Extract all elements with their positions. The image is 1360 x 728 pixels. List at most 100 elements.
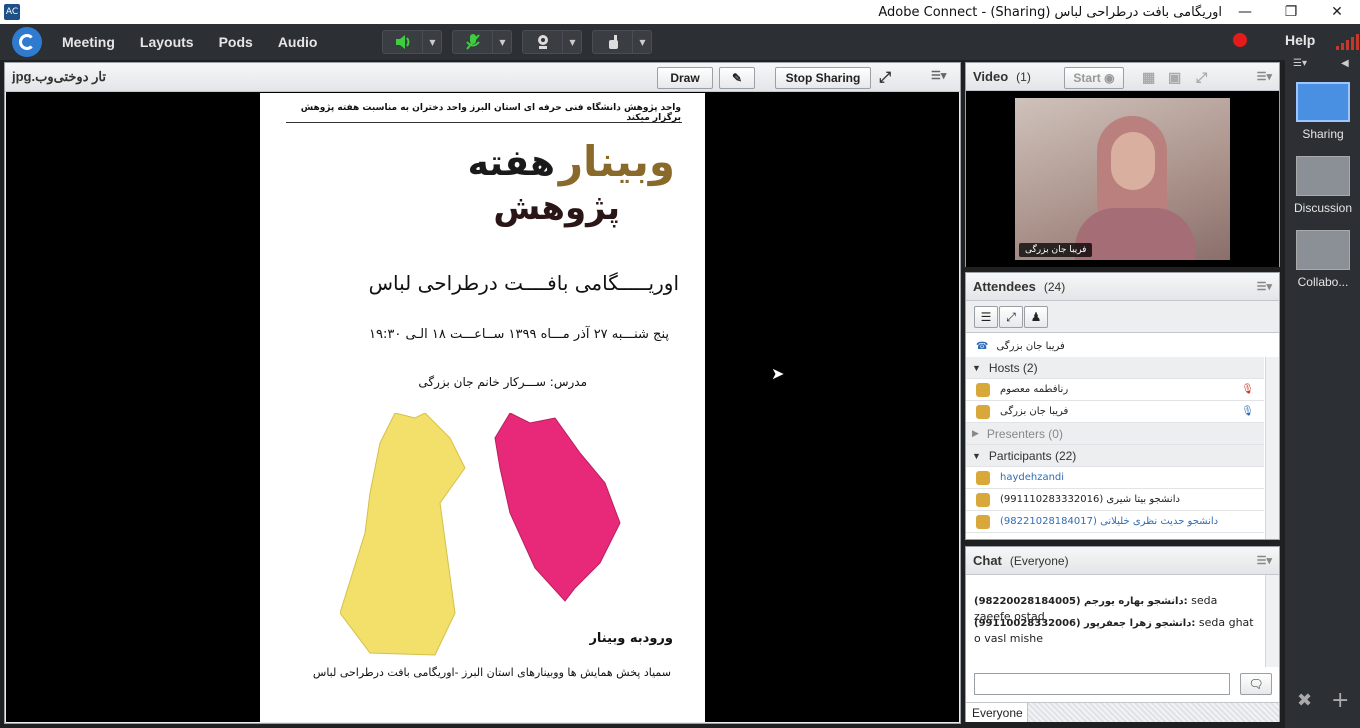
- layout-sharing[interactable]: Sharing: [1293, 82, 1353, 141]
- chat-input[interactable]: [974, 673, 1230, 695]
- chevron-down-icon[interactable]: ▼: [972, 451, 981, 461]
- layout-label: Discussion: [1293, 201, 1353, 215]
- presenter-name: فریبا جان بزرگی: [996, 340, 1065, 352]
- shared-file-name: تار دوختی‌وب.jpg: [12, 69, 106, 84]
- poster-header: واحد پژوهش دانشگاه فنی حرفه ای استان الب…: [300, 103, 681, 123]
- minimize-icon[interactable]: —: [1222, 0, 1268, 24]
- list-item[interactable]: فریبا جان بزرگی 🎙: [966, 401, 1264, 423]
- list-item[interactable]: دانشجو حدیث نظری خلیلانی (98221028184017…: [966, 511, 1264, 533]
- chat-sender: دانشجو زهرا جعفرپور (99110028332006):: [974, 618, 1196, 629]
- attendees-count: (24): [1043, 279, 1066, 294]
- start-webcam-label: Start: [1073, 71, 1101, 85]
- delete-layout-icon[interactable]: ✖: [1297, 690, 1312, 711]
- main-menubar: Meeting Layouts Pods Audio ▼ ▼ ▼ ▼: [0, 24, 1360, 60]
- video-count: (1): [1016, 69, 1031, 84]
- poster-banner-word-2: هفته: [467, 143, 555, 184]
- poster-enter-webinar: ورودبه وبینار: [589, 631, 673, 646]
- participant-user-icon: [976, 492, 990, 507]
- origami-dresses-image: [340, 413, 621, 656]
- recording-indicator-icon[interactable]: [1233, 33, 1247, 47]
- chevron-down-icon[interactable]: ▼: [972, 363, 981, 373]
- stop-sharing-button[interactable]: Stop Sharing: [775, 67, 871, 89]
- breakout-view-icon[interactable]: ⤢: [999, 306, 1023, 328]
- list-view-icon[interactable]: ☰: [974, 306, 998, 328]
- annotation-tool-icon[interactable]: ✎: [719, 67, 755, 89]
- pod-menu-icon[interactable]: ☰▾: [931, 69, 946, 82]
- close-icon[interactable]: ✕: [1314, 0, 1360, 24]
- host-user-icon: [976, 382, 990, 397]
- webcam-control[interactable]: ▼: [522, 30, 583, 54]
- chat-message: دانشجو زهرا جعفرپور (99110028332006): se…: [974, 615, 1254, 646]
- chevron-down-icon[interactable]: ▼: [423, 31, 441, 53]
- layout-thumbnail: [1296, 156, 1350, 196]
- webcam-icon[interactable]: [523, 31, 564, 53]
- speaker-control[interactable]: ▼: [382, 30, 443, 54]
- poster-banner-word-3: پژوهش: [493, 188, 620, 228]
- share-pod-header: تار دوختی‌وب.jpg Draw ✎ Stop Sharing ⤢ ☰…: [5, 63, 960, 92]
- participants-group[interactable]: ▼ Participants (22): [966, 445, 1264, 467]
- chat-pod: Chat (Everyone) ☰▾ دانشجو بهاره یورجم (9…: [965, 546, 1280, 722]
- attendee-name: فریبا جان بزرگی: [1000, 406, 1069, 417]
- start-webcam-button[interactable]: Start ◉: [1064, 67, 1124, 89]
- fullscreen-icon[interactable]: ⤢: [1196, 69, 1207, 86]
- video-pod-header: Video (1) Start ◉ ▦ ▣ ⤢ ☰▾: [966, 63, 1279, 91]
- attendees-title: Attendees: [973, 279, 1036, 294]
- chevron-down-icon[interactable]: ▼: [493, 31, 511, 53]
- attendees-scrollbar[interactable]: [1265, 357, 1279, 539]
- raise-hand-control[interactable]: ▼: [592, 30, 653, 54]
- layout-collaboration[interactable]: Collabo...: [1293, 230, 1353, 289]
- list-item[interactable]: دانشجو بیتا شیری (991110283332016): [966, 489, 1264, 511]
- poster-title: اوریـــــگامی بافــــت درطراحی لباس: [368, 271, 679, 295]
- menu-meeting[interactable]: Meeting: [62, 34, 115, 50]
- attendees-pod-header: Attendees (24) ☰▾: [966, 273, 1279, 301]
- send-message-icon[interactable]: 🗨: [1240, 673, 1272, 695]
- draw-button[interactable]: Draw: [657, 67, 713, 89]
- chevron-right-icon[interactable]: ▶: [972, 428, 979, 439]
- chevron-down-icon[interactable]: ▼: [563, 31, 581, 53]
- chat-sender: دانشجو بهاره یورجم (98220028184005):: [974, 596, 1188, 607]
- status-view-icon[interactable]: ♟: [1024, 306, 1048, 328]
- microphone-control[interactable]: ▼: [452, 30, 513, 54]
- participants-label: Participants (22): [988, 448, 1077, 463]
- layout-label: Collabo...: [1297, 275, 1349, 289]
- adobe-connect-logo-icon[interactable]: [12, 27, 42, 57]
- host-user-icon: [976, 404, 990, 419]
- layouts-menu-icon[interactable]: ☰▾: [1293, 58, 1307, 69]
- chat-scrollbar[interactable]: [1265, 575, 1279, 667]
- presenter-row[interactable]: ☎ فریبا جان بزرگی: [966, 335, 1279, 357]
- help-menu[interactable]: Help: [1285, 32, 1315, 48]
- adobe-connect-icon: AC: [4, 4, 20, 20]
- grid-view-icon[interactable]: ▦: [1142, 69, 1155, 86]
- pod-menu-icon[interactable]: ☰▾: [1257, 554, 1272, 567]
- list-item[interactable]: رنافطمه معصوم 🎙: [966, 379, 1264, 401]
- chat-title: Chat: [973, 553, 1002, 568]
- poster-footer: سمیاد پخش همایش ها ووبینارهای استان البر…: [312, 666, 671, 679]
- pod-menu-icon[interactable]: ☰▾: [1257, 280, 1272, 293]
- menu-audio[interactable]: Audio: [278, 34, 318, 50]
- menu-pods[interactable]: Pods: [219, 34, 253, 50]
- microphone-muted-icon[interactable]: [453, 31, 494, 53]
- layouts-bar: ☰▾ ◀ Sharing Discussion Collabo... ✖ +: [1285, 56, 1360, 728]
- layout-discussion[interactable]: Discussion: [1293, 156, 1353, 215]
- presenters-group[interactable]: ▶ Presenters (0): [966, 423, 1264, 445]
- chat-pod-header: Chat (Everyone) ☰▾: [966, 547, 1279, 575]
- fullscreen-icon[interactable]: ⤢: [879, 69, 891, 86]
- hosts-group[interactable]: ▼ Hosts (2): [966, 357, 1264, 379]
- collapse-icon[interactable]: ◀: [1341, 58, 1349, 69]
- chat-recipient-tab[interactable]: Everyone: [966, 703, 1028, 722]
- speaker-icon[interactable]: [383, 31, 424, 53]
- webcam-feed: فریبا جان بزرگی: [1015, 98, 1230, 260]
- raise-hand-icon[interactable]: [593, 31, 634, 53]
- attendee-name: دانشجو حدیث نظری خلیلانی (98221028184017…: [1000, 516, 1219, 527]
- chevron-down-icon[interactable]: ▼: [633, 31, 651, 53]
- add-layout-icon[interactable]: +: [1331, 688, 1349, 713]
- list-item[interactable]: haydehzandi: [966, 467, 1264, 489]
- pod-menu-icon[interactable]: ☰▾: [1257, 70, 1272, 83]
- poster-date: پنج شنـــبه ۲۷ آذر مـــاه ۱۳۹۹ ســاعـــت…: [369, 327, 669, 342]
- poster-teacher: مدرس: ســـرکار خانم جان بزرگی: [418, 375, 587, 389]
- filmstrip-view-icon[interactable]: ▣: [1168, 69, 1181, 86]
- presenters-label: Presenters (0): [986, 426, 1063, 441]
- menu-layouts[interactable]: Layouts: [140, 34, 194, 50]
- maximize-icon[interactable]: ❐: [1268, 0, 1314, 24]
- participant-face: [1111, 132, 1155, 190]
